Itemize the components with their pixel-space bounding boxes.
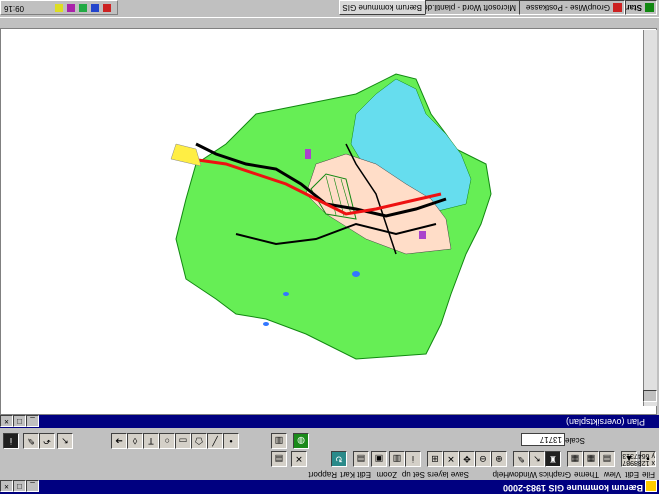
map-lake — [283, 292, 289, 296]
info-icon[interactable]: i — [405, 451, 421, 467]
zoom-extent-icon[interactable]: ✕ — [443, 451, 459, 467]
municipality-map[interactable] — [1, 29, 656, 414]
edit-icon[interactable]: ✎ — [23, 433, 39, 449]
system-tray: 09:16 — [0, 0, 118, 15]
stop-icon[interactable]: ✕ — [291, 451, 307, 467]
undo-icon[interactable]: ↶ — [39, 433, 55, 449]
symbol-icon[interactable]: ◊ — [127, 433, 143, 449]
map-purple-patch — [419, 231, 426, 239]
menu-zoom[interactable]: Zoom — [377, 470, 397, 479]
tray-icon-b[interactable] — [91, 4, 99, 12]
maximize-button[interactable]: □ — [13, 480, 26, 492]
arrow-icon[interactable]: ➔ — [111, 433, 127, 449]
app-icon — [645, 480, 657, 492]
view-maximize-button[interactable]: □ — [13, 415, 26, 427]
map-purple-patch — [305, 149, 311, 159]
start-label: Start — [625, 3, 642, 12]
grid-icon[interactable]: ▦ — [567, 451, 583, 467]
text-icon[interactable]: T — [143, 433, 159, 449]
taskbar-item-label: Microsoft Word - plantil.doc — [425, 3, 516, 12]
menu-theme[interactable]: Theme — [574, 470, 599, 479]
view-minimize-button[interactable]: _ — [26, 415, 39, 427]
coord-y: y 6647313 — [622, 452, 655, 459]
map-yellow-zone — [170, 143, 202, 167]
taskbar-item-label: Bærum kommune GIS — [342, 3, 422, 12]
menu-edit-kart[interactable]: Edit Kart — [340, 470, 371, 479]
zoom-window-icon[interactable]: ⊞ — [427, 451, 443, 467]
menu-setup[interactable]: Set up — [402, 470, 425, 479]
menu-view[interactable]: View — [604, 470, 621, 479]
measure-icon[interactable]: ▥ — [389, 451, 405, 467]
taskbar-item-groupwise[interactable]: GroupWise - Postkasse — [519, 0, 625, 15]
layer-list-icon[interactable]: ▥ — [271, 433, 287, 449]
select-icon[interactable]: ▣ — [371, 451, 387, 467]
globe-icon[interactable]: ◍ — [293, 433, 309, 449]
map-view[interactable] — [0, 28, 657, 415]
groupwise-icon — [613, 3, 622, 12]
view-title-bar: Plan (oversiktsplan) _ □ × — [0, 415, 659, 428]
polygon-icon[interactable]: ⬠ — [191, 433, 207, 449]
map-lake — [352, 271, 360, 277]
circle-icon[interactable]: ○ — [159, 433, 175, 449]
menu-rapport[interactable]: Rapport — [309, 470, 337, 479]
legend-icon[interactable]: ▤ — [271, 451, 287, 467]
binoculars-icon[interactable]: ♜ — [545, 451, 561, 467]
main-toolbar: ▪ ▲ ▤ ▦ ▦ ♜ ↖ ✎ ⊕ ⊖ ✥ ✕ ⊞ i ▥ ▣ ▤ ↻ ✕ ▤ … — [0, 450, 659, 468]
tray-icon-c[interactable] — [79, 4, 87, 12]
tray-icon-a[interactable] — [103, 4, 111, 12]
refresh-icon[interactable]: ↻ — [331, 451, 347, 467]
view-close-button[interactable]: × — [0, 415, 13, 427]
print-icon[interactable]: ▤ — [353, 451, 369, 467]
menu-edit[interactable]: Edit — [625, 470, 639, 479]
map-lake — [263, 322, 269, 326]
point-icon[interactable]: • — [223, 433, 239, 449]
minimize-button[interactable]: _ — [26, 480, 39, 492]
taskbar-item-label: GroupWise - Postkasse — [525, 3, 610, 12]
screen: Bærum kommune GIS 1983-2000 _ □ × File E… — [0, 0, 659, 494]
menu-window[interactable]: Window — [509, 470, 537, 479]
menu-bar: File Edit View Theme Graphics Window Hel… — [0, 468, 659, 480]
pointer-icon[interactable]: ↖ — [529, 451, 545, 467]
menu-help[interactable]: Help — [493, 470, 509, 479]
clock: 09:16 — [4, 4, 25, 13]
table-icon[interactable]: ▦ — [583, 451, 599, 467]
taskbar: 09:16 Bærum kommune GIS Microsoft Word -… — [0, 0, 659, 18]
draw-toolbar: • ╱ ⬠ ▭ ○ T ◊ ➔ ◍ ▥ ↖ ↶ ✎ i Scale 1: 137… — [0, 432, 659, 450]
select-arrow-icon[interactable]: ↖ — [57, 433, 73, 449]
app-title-bar: Bærum kommune GIS 1983-2000 _ □ × — [0, 480, 659, 494]
start-button[interactable]: Start — [625, 0, 657, 15]
scale-input[interactable]: 13717 — [521, 433, 565, 446]
zoom-out-icon[interactable]: ⊖ — [475, 451, 491, 467]
info-circle-icon[interactable]: i — [3, 433, 19, 449]
windows-logo-icon — [645, 3, 654, 12]
close-button[interactable]: × — [0, 480, 13, 492]
view-title: Plan (oversiktsplan) — [565, 417, 645, 427]
rect-icon[interactable]: ▭ — [175, 433, 191, 449]
map-scrollbar[interactable] — [643, 30, 657, 406]
menu-file[interactable]: File — [642, 470, 655, 479]
app-title: Bærum kommune GIS 1983-2000 — [502, 483, 643, 493]
layers-icon[interactable]: ▤ — [599, 451, 615, 467]
zoom-in-icon[interactable]: ⊕ — [491, 451, 507, 467]
pan-icon[interactable]: ✥ — [459, 451, 475, 467]
menu-save-layers[interactable]: Save layers — [427, 470, 469, 479]
menu-graphics[interactable]: Graphics — [539, 470, 571, 479]
tray-icon-e[interactable] — [55, 4, 63, 12]
scroll-thumb[interactable] — [643, 390, 657, 402]
taskbar-item-gis[interactable]: Bærum kommune GIS — [339, 0, 437, 15]
coord-x: x 1238987 — [622, 459, 655, 466]
tray-icon-d[interactable] — [67, 4, 75, 12]
pencil-icon[interactable]: ✎ — [513, 451, 529, 467]
taskbar-item-word[interactable]: Microsoft Word - plantil.doc — [425, 0, 531, 15]
line-icon[interactable]: ╱ — [207, 433, 223, 449]
